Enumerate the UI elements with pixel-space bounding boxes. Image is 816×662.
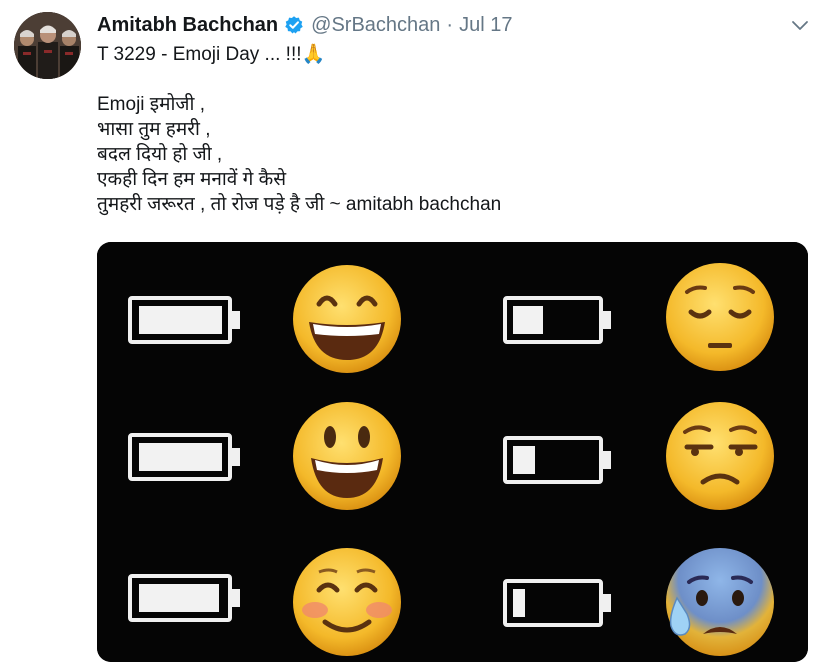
tweet-header: Amitabh Bachchan @SrBachchan · Jul 17 <box>97 12 512 38</box>
chevron-down-icon[interactable] <box>789 14 811 36</box>
smiley-face-emoji <box>293 402 401 510</box>
tweet-image[interactable] <box>97 242 808 662</box>
tweet-title-line: T 3229 - Emoji Day ... !!!🙏 <box>97 42 797 67</box>
poem-line: भासा तुम हमरी , <box>97 119 211 140</box>
poem-line: तुमहरी जरूरत , तो रोज पड़े है जी ~ amita… <box>97 194 502 215</box>
poem-line: Emoji इमोजी , <box>97 94 205 115</box>
unamused-face-emoji <box>666 402 774 510</box>
tweet-body: T 3229 - Emoji Day ... !!!🙏 Emoji इमोजी … <box>97 42 797 217</box>
anxious-face-with-sweat-emoji <box>666 548 774 656</box>
pensive-face-emoji <box>666 263 774 371</box>
blushing-face-emoji <box>293 548 401 656</box>
tweet-title-text: T 3229 - Emoji Day ... !!! <box>97 44 302 65</box>
folded-hands-icon: 🙏 <box>301 44 326 65</box>
tweet-date[interactable]: Jul 17 <box>459 14 512 37</box>
poem-line: एकही दिन हम मनावें गे कैसे <box>97 169 287 190</box>
poem-line: बदल दियो हो जी , <box>97 144 223 165</box>
author-name[interactable]: Amitabh Bachchan <box>97 14 278 37</box>
separator-dot: · <box>446 13 454 36</box>
verified-badge-icon <box>284 15 304 35</box>
grinning-face-emoji <box>293 265 401 373</box>
author-handle[interactable]: @SrBachchan <box>311 14 440 37</box>
author-avatar[interactable] <box>14 12 81 79</box>
